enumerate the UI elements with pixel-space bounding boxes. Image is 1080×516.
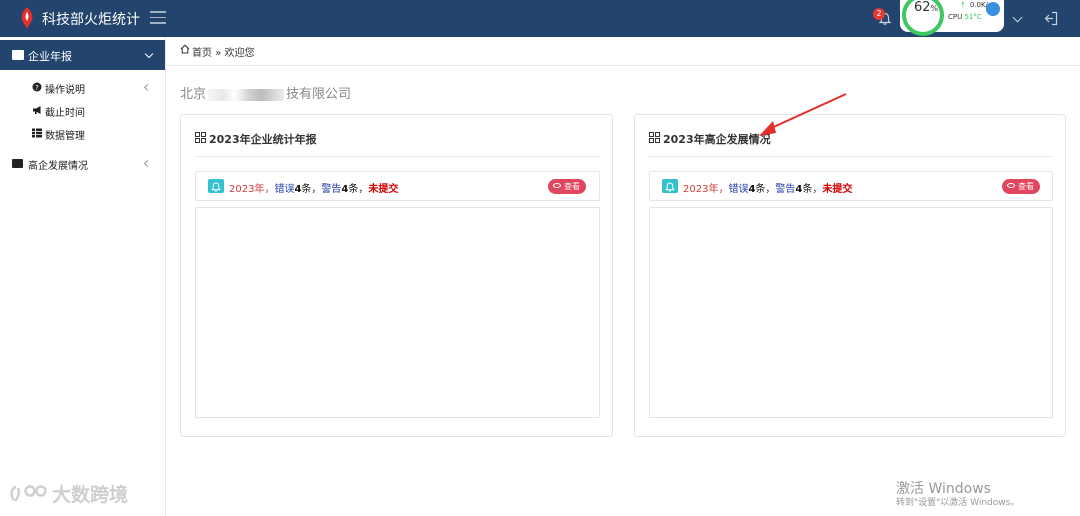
breadcrumb-home[interactable]: 首页 [192,48,212,59]
sidebar-item-label: 企业年报 [28,50,72,63]
svg-text:?: ? [35,84,39,92]
grid-icon [649,132,660,143]
app-title: 科技部火炬统计 [42,12,140,28]
list-icon [32,128,42,138]
grid-icon [195,132,206,143]
sidebar-item-hightech-development[interactable]: 高企发展情况 [28,157,88,172]
notice-warning-label[interactable]: 警告 [321,184,341,195]
memory-usage-unit: % [930,4,939,13]
notice-warning-label[interactable]: 警告 [775,184,795,195]
bell-icon [662,179,678,193]
top-navbar: 科技部火炬统计 2 62% ↑ 0.0K/s CPU 51°C [0,0,1080,37]
user-menu-chevron-down-icon[interactable] [1012,12,1023,23]
annotation-arrow [759,93,847,136]
notice-bar: 2023年，错误4条，警告4条，未提交 查看 [195,171,600,201]
notice-year: 2023年 [683,184,719,195]
card-divider [195,156,600,157]
notice-text: 2023年，错误4条，警告4条，未提交 [229,184,399,195]
menu-toggle-icon[interactable] [150,11,166,24]
breadcrumb-current: 欢迎您 [224,48,255,59]
memory-usage-value: 62 [914,0,931,15]
memory-usage-ring: 62% [902,0,944,36]
bell-icon [208,179,224,193]
notice-bar: 2023年，错误4条，警告4条，未提交 查看 [649,171,1053,201]
notice-status: 未提交 [822,184,853,195]
watermark-logo-icon [10,485,47,502]
card-content-area [195,207,600,418]
view-button[interactable]: 查看 [548,179,586,194]
notice-error-label[interactable]: 错误 [274,184,294,195]
cpu-temp: 51°C [964,13,982,21]
breadcrumb: 首页 » 欢迎您 [192,44,255,59]
sidebar-subitem-instructions[interactable]: 操作说明 [45,81,85,96]
breadcrumb-divider [166,65,1080,66]
logout-icon[interactable] [1044,11,1058,26]
torch-logo-icon [21,7,33,29]
breadcrumb-separator: » [215,48,222,59]
eye-icon [1007,183,1015,188]
notice-year: 2023年 [229,184,265,195]
watermark-text: 大数跨境 [52,484,129,506]
chevron-down-icon [144,49,154,59]
upload-arrow-icon: ↑ [960,1,966,9]
windows-activation-subtitle: 转到"设置"以激活 Windows。 [896,498,1020,508]
sidebar-subitem-deadline[interactable]: 截止时间 [45,104,85,119]
notification-badge: 2 [873,8,885,20]
home-icon[interactable] [180,44,190,54]
redacted-text [208,88,285,101]
card-divider [649,156,1053,157]
view-button[interactable]: 查看 [1002,179,1040,194]
folder-icon [12,159,23,168]
sidebar-subitem-data-management[interactable]: 数据管理 [45,127,85,142]
notice-error-label[interactable]: 错误 [728,184,748,195]
card-content-area [649,207,1053,418]
card-title: 2023年企业统计年报 [209,133,317,146]
folder-icon [12,50,24,60]
system-monitor-widget: 62% ↑ 0.0K/s CPU 51°C [900,0,1004,36]
card-hightech-development: 2023年高企发展情况 2023年，错误4条，警告4条，未提交 查看 [634,114,1066,437]
company-name-suffix: 技有限公司 [286,87,352,102]
megaphone-icon [33,106,41,114]
notice-status: 未提交 [368,184,399,195]
company-name-prefix: 北京 [180,87,207,102]
question-circle-icon: ? [32,82,42,92]
company-name: 北京 技有限公司 [180,83,351,102]
card-annual-report: 2023年企业统计年报 2023年，错误4条，警告4条，未提交 查看 [180,114,613,437]
eye-icon [553,183,561,188]
sidebar: 企业年报 ? 操作说明 截止时间 数据管理 高企发展情况 [0,37,166,516]
chevron-left-icon [143,83,152,92]
cpu-label: CPU [948,13,963,21]
sidebar-item-enterprise-report[interactable]: 企业年报 [0,40,165,70]
chevron-left-icon [143,159,152,168]
notice-text: 2023年，错误4条，警告4条，未提交 [683,184,853,195]
speedup-icon[interactable] [986,2,1000,16]
